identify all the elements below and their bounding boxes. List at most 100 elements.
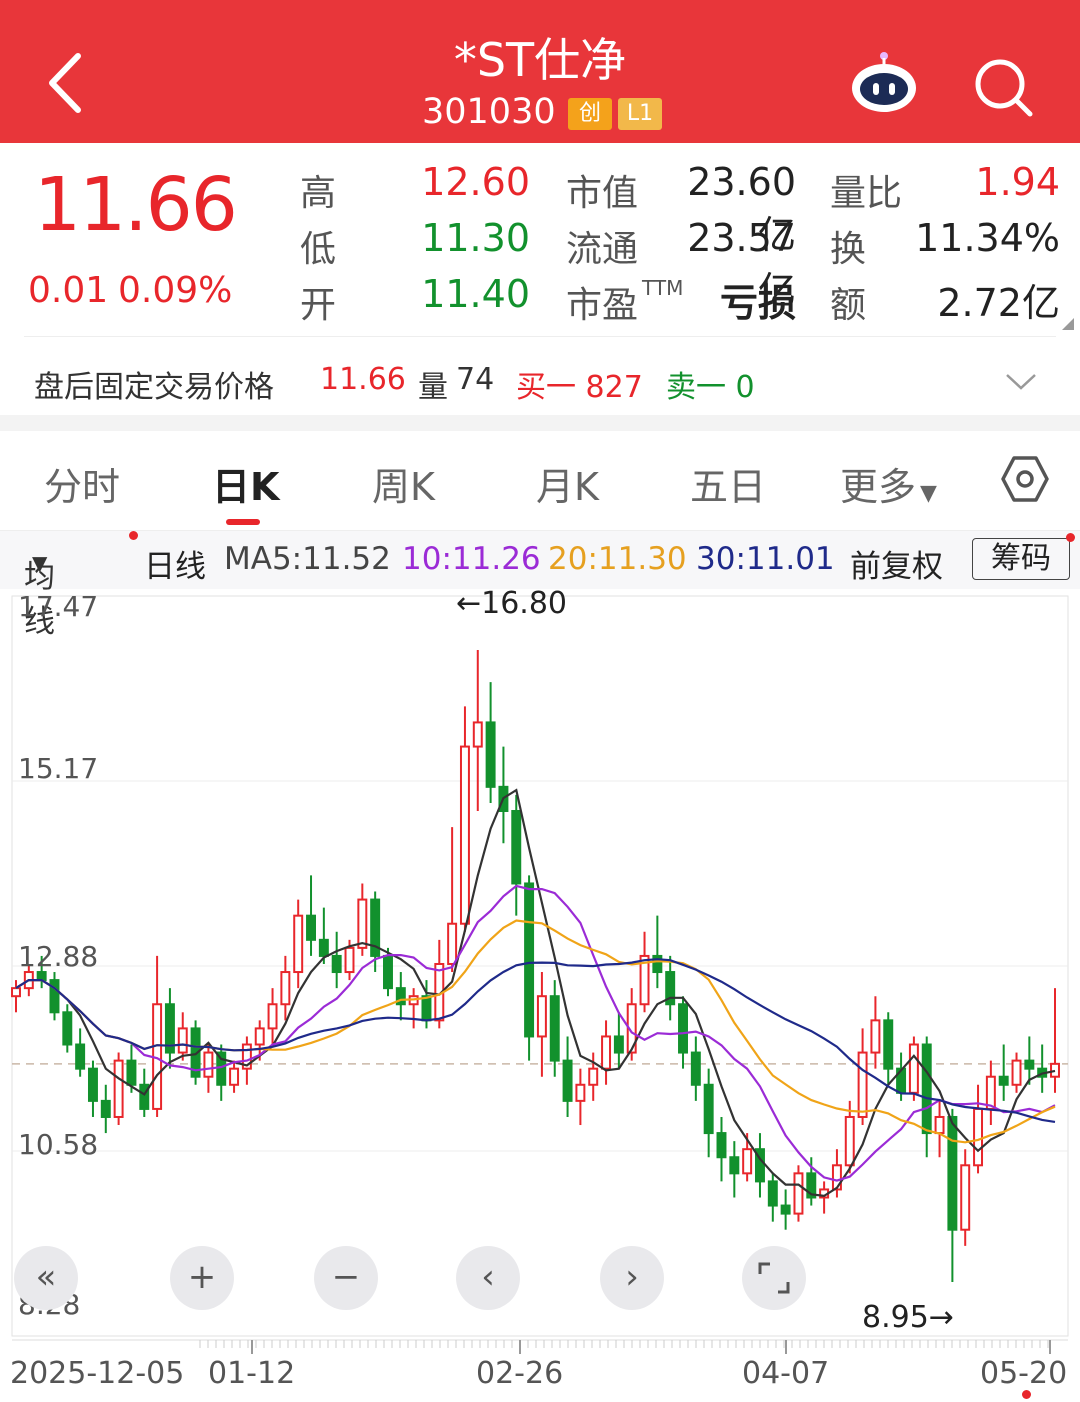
candle-down: [87, 1067, 98, 1102]
tab-five-day[interactable]: 五日: [690, 456, 766, 511]
kline-chart[interactable]: [0, 588, 1080, 1402]
candle-down: [613, 1035, 624, 1054]
fast-back-button[interactable]: «: [14, 1246, 78, 1310]
x-tick-label: 01-12: [208, 1356, 296, 1391]
stock-code: 301030: [422, 92, 556, 132]
candle-down: [421, 995, 432, 1022]
candle-up: [11, 987, 21, 998]
tab-monthly-k[interactable]: 月K: [536, 456, 599, 511]
y-tick-label: 17.47: [18, 590, 99, 623]
candle-down: [716, 1132, 727, 1159]
candle-down: [921, 1043, 932, 1135]
candle-up: [447, 922, 458, 965]
candle-down: [331, 954, 342, 974]
robot-icon[interactable]: [848, 48, 920, 120]
candle-up: [229, 1067, 240, 1086]
candle-up: [357, 898, 368, 949]
fullscreen-button[interactable]: [742, 1246, 806, 1310]
candle-down: [729, 1156, 740, 1175]
turnover-label: 换: [830, 229, 867, 270]
candle-up: [857, 1051, 868, 1118]
candle-up: [472, 721, 483, 748]
candle-up: [793, 1172, 804, 1215]
ma5-line: [15, 788, 1056, 1198]
candle-down: [767, 1180, 778, 1207]
tab-more[interactable]: 更多 ▼: [840, 456, 937, 511]
x-tick-label: 2025-12-05: [10, 1356, 185, 1391]
float-label: 流通: [566, 229, 639, 270]
candle-up: [844, 1115, 855, 1167]
candle-up: [254, 1027, 265, 1046]
post-trade-vol: 74: [456, 362, 495, 397]
section-separator: [0, 415, 1080, 431]
candle-down: [1024, 1059, 1035, 1070]
search-icon[interactable]: [970, 54, 1036, 120]
high-value: 12.60: [421, 160, 530, 204]
open-label: 开: [300, 285, 337, 326]
candle-down: [998, 1075, 1009, 1086]
candle-down: [49, 979, 60, 1014]
candle-up: [293, 914, 304, 974]
candle-down: [75, 1043, 86, 1070]
prev-button[interactable]: ‹: [456, 1246, 520, 1310]
candle-down: [562, 1059, 573, 1102]
low-value: 11.30: [421, 216, 530, 260]
candle-down: [883, 1019, 894, 1070]
candle-down: [100, 1099, 111, 1118]
ma10-value: 10:11.26: [402, 541, 541, 577]
candle-up: [536, 995, 547, 1038]
chevron-down-icon[interactable]: [1004, 372, 1038, 392]
x-tick-label: 02-26: [476, 1356, 564, 1391]
candle-up: [908, 1043, 919, 1094]
tab-weekly-k[interactable]: 周K: [372, 456, 435, 511]
post-trade-buy: 买一 827: [516, 370, 643, 405]
candle-up: [344, 946, 355, 974]
x-tick-label: 05-20: [980, 1356, 1068, 1391]
turnover-value: 11.34%: [915, 216, 1060, 260]
low-annotation: 8.95→: [862, 1300, 954, 1335]
candle-up: [870, 1019, 881, 1054]
candle-up: [601, 1035, 612, 1070]
period-tabs: 分时 日K 周K 月K 五日 更多 ▼: [0, 440, 1080, 530]
candle-down: [780, 1204, 791, 1215]
post-trade-vol-label: 量: [418, 370, 448, 405]
mktcap-label: 市值: [566, 173, 639, 214]
fullscreen-icon: [758, 1262, 790, 1294]
candle-up: [113, 1059, 124, 1118]
app-header: *ST仕净 301030 创 L1: [0, 0, 1080, 143]
candle-up: [742, 1148, 753, 1175]
candle-up: [280, 971, 291, 1006]
candle-up: [588, 1067, 599, 1086]
zoom-out-button[interactable]: −: [314, 1246, 378, 1310]
x-tick-label: 04-07: [742, 1356, 830, 1391]
candle-down: [690, 1051, 701, 1086]
candle-down: [383, 954, 393, 990]
chip-button[interactable]: 筹码: [972, 538, 1070, 580]
post-trade-row[interactable]: 盘后固定交易价格 11.66 量 74 买一 827 卖一 0: [0, 350, 1080, 412]
amount-value: 2.72亿: [937, 281, 1060, 325]
ma-bar: 均线 ▼ 日线 MA5:11.52 10:11.26 20:11.30 30:11…: [0, 530, 1080, 640]
post-trade-sell: 卖一 0: [666, 370, 755, 405]
period-label: 日线: [144, 549, 206, 585]
settings-icon[interactable]: [1000, 454, 1050, 504]
last-price: 11.66: [34, 162, 238, 248]
corner-mark: [1062, 318, 1074, 330]
low-label: 低: [300, 229, 337, 270]
candle-up: [960, 1164, 971, 1231]
y-tick-label: 15.17: [18, 752, 99, 785]
tab-intraday[interactable]: 分时: [44, 456, 120, 511]
indicator-dot: [129, 531, 138, 540]
ma20-value: 20:11.30: [548, 541, 687, 577]
candle-up: [575, 1083, 586, 1102]
volratio-label: 量比: [830, 173, 903, 214]
active-tab-indicator: [226, 519, 260, 525]
zoom-in-button[interactable]: +: [170, 1246, 234, 1310]
tab-daily-k[interactable]: 日K: [212, 456, 279, 511]
open-value: 11.40: [421, 272, 530, 316]
chip-dot: [1066, 533, 1075, 542]
candle-down: [549, 995, 560, 1062]
ma5-value: MA5:11.52: [224, 541, 391, 577]
adjust-mode[interactable]: 前复权: [850, 541, 943, 586]
next-button[interactable]: ›: [600, 1246, 664, 1310]
amount-label: 额: [830, 285, 867, 326]
